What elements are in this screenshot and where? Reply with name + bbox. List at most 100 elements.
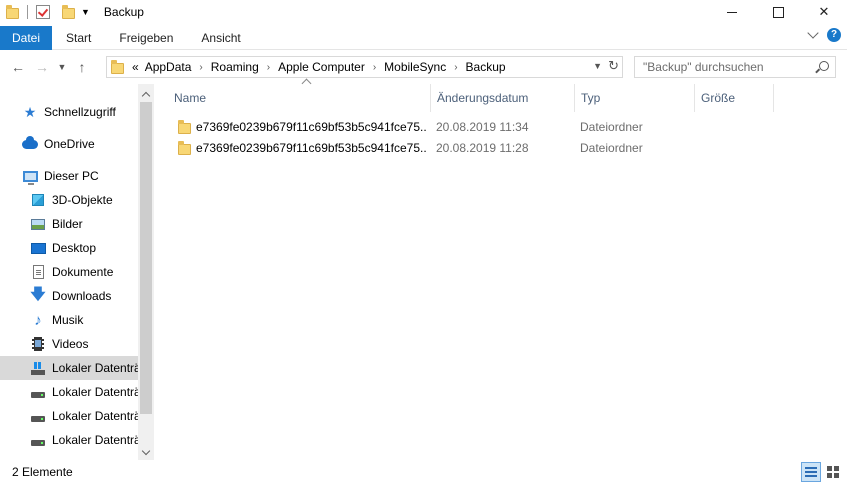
column-header-type[interactable]: Typ: [574, 84, 694, 112]
nav-item-local-disk[interactable]: Lokaler Datenträ: [0, 380, 138, 404]
new-folder-icon[interactable]: [62, 5, 75, 19]
file-type: Dateiordner: [580, 120, 643, 134]
tab-start[interactable]: Start: [52, 26, 105, 50]
nav-item-local-disk[interactable]: Lokaler Datenträ: [0, 404, 138, 428]
refresh-icon[interactable]: ↻: [608, 58, 619, 74]
table-row[interactable]: e7369fe0239b679f11c69bf53b5c941fce75... …: [174, 138, 674, 158]
breadcrumb-separator-icon[interactable]: ›: [267, 62, 270, 73]
breadcrumb-apple-computer[interactable]: Apple Computer: [278, 60, 365, 74]
quick-access-toolbar: ▼: [0, 0, 90, 24]
navigation-tree: ★ Schnellzugriff OneDrive Dieser PC 3D-O…: [0, 84, 138, 460]
nav-scrollbar[interactable]: [138, 84, 154, 460]
column-header-date[interactable]: Änderungsdatum: [430, 84, 574, 112]
customize-toolbar-dropdown-icon[interactable]: ▼: [81, 7, 90, 17]
nav-item-label: Videos: [52, 337, 89, 351]
close-button[interactable]: ✕: [801, 0, 847, 24]
breadcrumb-backup[interactable]: Backup: [466, 60, 506, 74]
breadcrumb-separator-icon[interactable]: ›: [454, 62, 457, 73]
nav-item-this-pc[interactable]: Dieser PC: [0, 164, 138, 188]
quick-access-star-icon: ★: [23, 103, 37, 120]
address-dropdown-icon[interactable]: ▼: [593, 61, 602, 71]
expand-ribbon-chevron-down-icon[interactable]: [807, 27, 819, 39]
file-date: 20.08.2019 11:28: [436, 141, 529, 155]
nav-item-videos[interactable]: Videos: [0, 332, 138, 356]
column-header-label: Größe: [701, 91, 736, 105]
scroll-up-arrow-icon[interactable]: [138, 86, 154, 102]
nav-item-label: Lokaler Datenträ: [52, 409, 138, 423]
column-header-size[interactable]: Größe: [694, 84, 774, 112]
large-icons-view-button[interactable]: [823, 462, 843, 482]
file-list: Name Änderungsdatum Typ Größe e7369fe023…: [160, 78, 847, 460]
file-type: Dateiordner: [580, 141, 643, 155]
windows-drive-icon: [30, 360, 46, 376]
nav-item-onedrive[interactable]: OneDrive: [0, 132, 138, 156]
nav-item-label: Schnellzugriff: [44, 105, 116, 119]
breadcrumb-appdata[interactable]: AppData: [145, 60, 192, 74]
nav-item-quick-access[interactable]: ★ Schnellzugriff: [0, 100, 138, 124]
nav-item-pictures[interactable]: Bilder: [0, 212, 138, 236]
window-controls: ✕: [709, 0, 847, 24]
column-header-label: Name: [174, 91, 207, 105]
documents-icon: [30, 264, 46, 280]
nav-item-label: Lokaler Datenträ: [52, 385, 138, 399]
videos-icon: [30, 336, 46, 352]
folder-icon: [6, 5, 19, 19]
onedrive-cloud-icon: [22, 135, 38, 152]
nav-item-local-disk-c[interactable]: Lokaler Datenträ: [0, 356, 138, 380]
tab-file[interactable]: Datei: [0, 25, 53, 50]
search-input[interactable]: "Backup" durchsuchen: [634, 56, 836, 78]
properties-icon[interactable]: [36, 5, 50, 19]
this-pc-monitor-icon: [22, 168, 38, 185]
file-name: e7369fe0239b679f11c69bf53b5c941fce75...: [196, 120, 426, 134]
nav-item-documents[interactable]: Dokumente: [0, 260, 138, 284]
drive-icon: [30, 408, 46, 424]
forward-button[interactable]: →: [30, 55, 54, 79]
breadcrumb-overflow[interactable]: «: [132, 60, 139, 74]
up-button[interactable]: ↑: [70, 55, 94, 79]
nav-item-music[interactable]: ♪ Musik: [0, 308, 138, 332]
view-switcher: [801, 462, 843, 482]
tab-share[interactable]: Freigeben: [105, 26, 187, 50]
nav-item-desktop[interactable]: Desktop: [0, 236, 138, 260]
breadcrumb-roaming[interactable]: Roaming: [211, 60, 259, 74]
maximize-button[interactable]: [755, 0, 801, 24]
address-folder-icon: [111, 60, 124, 74]
folder-icon: [178, 120, 191, 134]
status-bar: 2 Elemente: [0, 460, 847, 484]
nav-item-label: Dieser PC: [44, 169, 99, 183]
address-bar[interactable]: « AppData › Roaming › Apple Computer › M…: [106, 56, 623, 78]
nav-item-label: Musik: [52, 313, 84, 327]
nav-item-local-disk[interactable]: Lokaler Datenträ: [0, 428, 138, 452]
nav-item-label: Lokaler Datenträ: [52, 433, 138, 447]
nav-item-downloads[interactable]: 🡇 Downloads: [0, 284, 138, 308]
breadcrumb-separator-icon[interactable]: ›: [199, 62, 202, 73]
search-icon[interactable]: [819, 61, 829, 71]
nav-item-label: Dokumente: [52, 265, 114, 279]
music-icon: ♪: [34, 311, 42, 329]
scroll-thumb[interactable]: [140, 102, 152, 414]
recent-locations-dropdown-icon[interactable]: ▼: [54, 55, 70, 79]
breadcrumb-mobilesync[interactable]: MobileSync: [384, 60, 446, 74]
file-date: 20.08.2019 11:34: [436, 120, 529, 134]
folder-icon: [178, 141, 191, 155]
help-icon[interactable]: ?: [827, 28, 841, 42]
minimize-button[interactable]: [709, 0, 755, 24]
table-row[interactable]: e7369fe0239b679f11c69bf53b5c941fce75... …: [174, 117, 674, 137]
details-view-button[interactable]: [801, 462, 821, 482]
ribbon-right-controls: ?: [807, 27, 841, 42]
drive-icon: [30, 432, 46, 448]
breadcrumb-separator-icon[interactable]: ›: [373, 62, 376, 73]
column-header-name[interactable]: Name: [168, 78, 430, 112]
nav-item-label: Lokaler Datenträ: [52, 361, 138, 375]
item-count: 2 Elemente: [12, 465, 73, 479]
back-button[interactable]: ←: [6, 55, 30, 79]
nav-item-3d-objects[interactable]: 3D-Objekte: [0, 188, 138, 212]
details-view-icon: [805, 467, 817, 477]
tab-view[interactable]: Ansicht: [187, 26, 254, 50]
scroll-down-arrow-icon[interactable]: [138, 444, 154, 460]
nav-item-label: Downloads: [52, 289, 112, 303]
pictures-icon: [30, 216, 46, 232]
nav-item-label: 3D-Objekte: [52, 193, 113, 207]
large-icons-view-icon: [827, 466, 839, 478]
nav-item-label: Bilder: [52, 217, 83, 231]
